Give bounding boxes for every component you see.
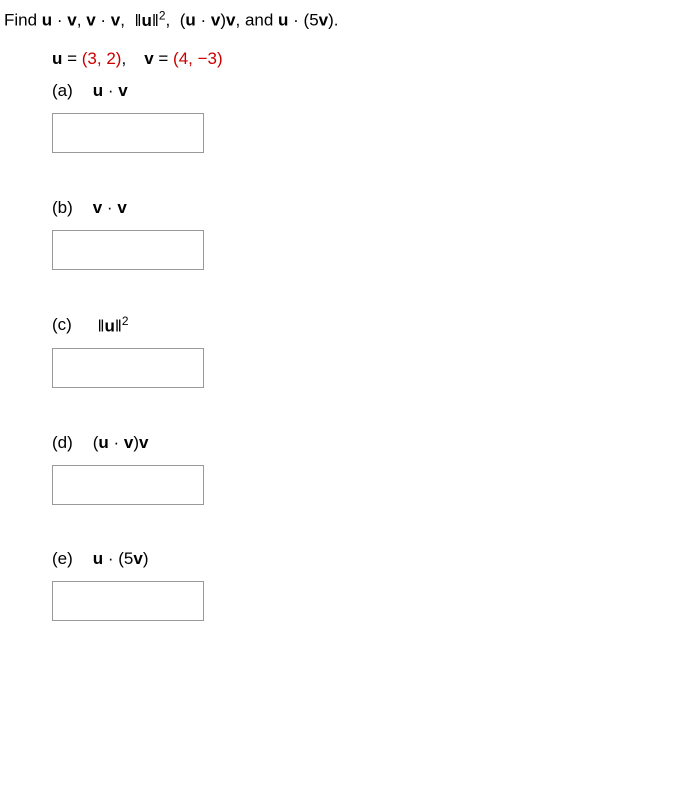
part-b-expr: v · v bbox=[93, 198, 127, 218]
answer-input-e[interactable] bbox=[52, 581, 204, 621]
part-a-letter: (a) bbox=[52, 81, 88, 101]
part-d-letter: (d) bbox=[52, 433, 88, 453]
answer-input-d[interactable] bbox=[52, 465, 204, 505]
part-b-letter: (b) bbox=[52, 198, 88, 218]
given-vectors: u = (3, 2),v = (4, −3) bbox=[52, 49, 687, 69]
answer-input-b[interactable] bbox=[52, 230, 204, 270]
part-c: (c) ‖u‖2 bbox=[52, 314, 687, 389]
part-a-expr: u · v bbox=[93, 81, 128, 101]
part-d-expr: (u · v)v bbox=[93, 433, 149, 453]
v-value: (4, −3) bbox=[173, 49, 223, 68]
intro-prefix: Find bbox=[4, 11, 42, 30]
part-b: (b) v · v bbox=[52, 197, 687, 270]
u-value: (3, 2) bbox=[82, 49, 122, 68]
part-c-letter: (c) bbox=[52, 315, 88, 335]
part-e-letter: (e) bbox=[52, 549, 88, 569]
part-e-expr: u · (5v) bbox=[93, 549, 149, 569]
part-c-expr: ‖u‖2 bbox=[93, 314, 129, 337]
answer-input-c[interactable] bbox=[52, 348, 204, 388]
problem-intro: Find u · v, v · v, ‖u‖2, (u · v)v, and u… bbox=[4, 8, 687, 31]
part-e: (e) u · (5v) bbox=[52, 549, 687, 622]
part-d: (d) (u · v)v bbox=[52, 432, 687, 505]
intro-u1: u bbox=[42, 11, 52, 30]
answer-input-a[interactable] bbox=[52, 113, 204, 153]
part-a: (a) u · v bbox=[52, 81, 687, 154]
intro-v1: v bbox=[67, 11, 76, 30]
